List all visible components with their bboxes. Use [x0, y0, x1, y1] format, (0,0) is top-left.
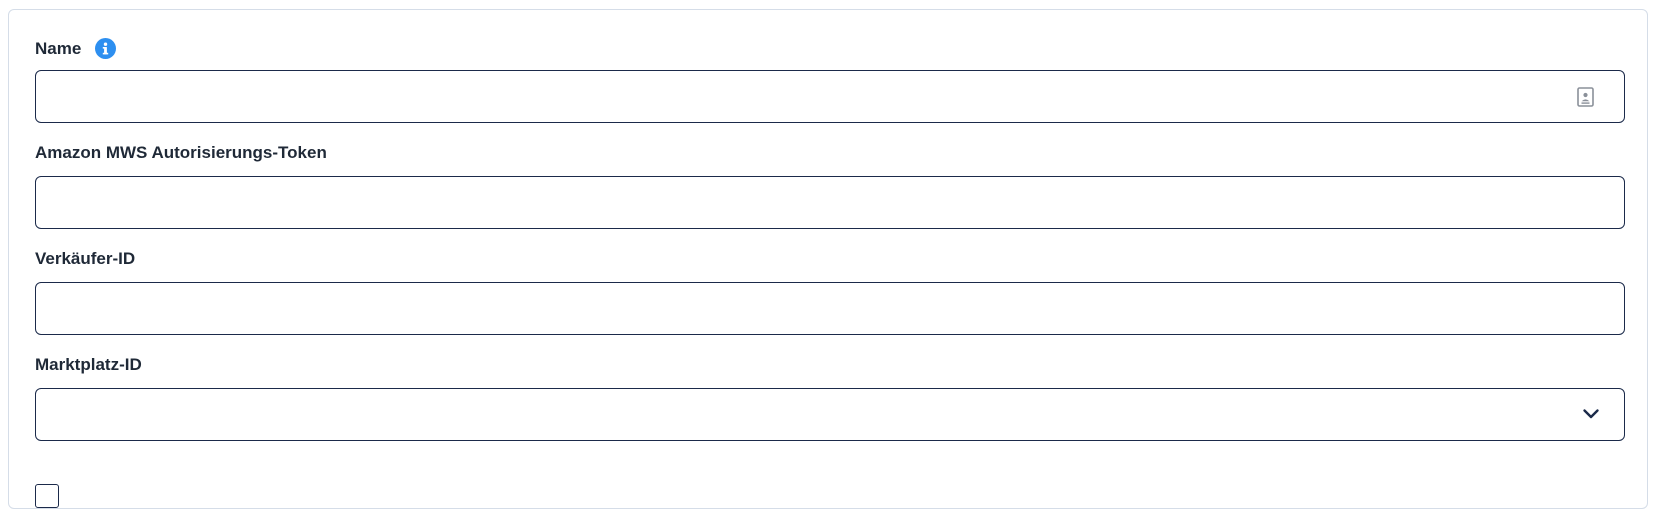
- seller-id-label: Verkäufer-ID: [35, 249, 136, 268]
- name-label: Name: [35, 38, 82, 58]
- marketplace-id-select[interactable]: [35, 388, 1625, 441]
- name-input[interactable]: [36, 71, 1624, 122]
- marketplace-id-label: Marktplatz-ID: [35, 355, 142, 374]
- seller-id-label-row: Verkäufer-ID: [35, 249, 135, 269]
- seller-id-input[interactable]: [36, 283, 1624, 334]
- name-field[interactable]: [35, 70, 1625, 123]
- seller-id-field[interactable]: [35, 282, 1625, 335]
- mws-token-label: Amazon MWS Autorisierungs-Token: [35, 143, 327, 162]
- mws-token-input[interactable]: [36, 177, 1624, 228]
- checkbox[interactable]: [35, 484, 59, 508]
- marketplace-id-label-row: Marktplatz-ID: [35, 355, 142, 375]
- mws-token-field[interactable]: [35, 176, 1625, 229]
- mws-token-label-row: Amazon MWS Autorisierungs-Token: [35, 143, 327, 163]
- chevron-down-icon[interactable]: [1582, 407, 1600, 421]
- form-card: Name Amazon MWS Autorisierungs-Token Ver…: [8, 9, 1648, 509]
- contact-card-icon[interactable]: [1577, 87, 1594, 107]
- info-icon[interactable]: [95, 38, 117, 59]
- name-label-row: Name: [35, 38, 117, 59]
